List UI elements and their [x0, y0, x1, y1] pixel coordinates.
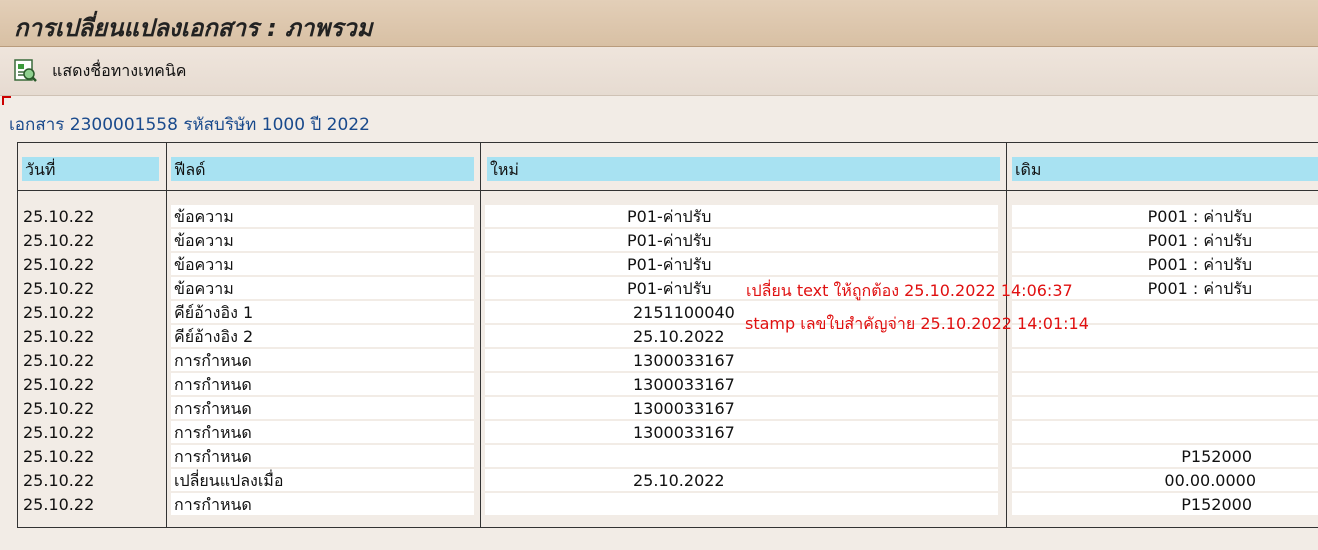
- annotation-note: stamp เลขใบสำคัญจ่าย 25.10.2022 14:01:14: [745, 314, 1089, 333]
- new-value-text: 1300033167: [633, 351, 735, 370]
- cell-date: 25.10.22: [23, 231, 95, 250]
- changes-table: วันที่ ฟีลด์ ใหม่ เดิม 25.10.22 ข้อความ P0…: [17, 142, 1318, 528]
- cell-field: คีย์อ้างอิง 1: [171, 301, 474, 323]
- page-title: การเปลี่ยนแปลงเอกสาร : ภาพรวม: [14, 14, 373, 42]
- table-row[interactable]: 25.10.22 เปลี่ยนแปลงเมื่อ 25.10.2022 00.00.…: [18, 469, 1318, 493]
- new-value-text: P01-ค่าปรับ: [627, 255, 712, 274]
- cell-field: การกำหนด: [171, 373, 474, 395]
- new-value-text: P01-ค่าปรับ: [627, 207, 712, 226]
- cell-old-value: 00.00.0000: [1012, 469, 1318, 491]
- cell-new-value: 1300033167: [485, 421, 998, 443]
- cell-date: 25.10.22: [23, 351, 95, 370]
- cell-date: 25.10.22: [23, 375, 95, 394]
- cell-field: การกำหนด: [171, 397, 474, 419]
- cell-field: ข้อความ: [171, 205, 474, 227]
- table-row[interactable]: 25.10.22 ข้อความ P01-ค่าปรับ P001 : ค่าปรับ: [18, 253, 1318, 277]
- table-row[interactable]: 25.10.22 การกำหนด 1300033167: [18, 349, 1318, 373]
- old-value-text: P001 : ค่าปรับ: [1147, 207, 1252, 226]
- cell-old-value: [1012, 373, 1318, 395]
- cell-old-value: [1012, 349, 1318, 371]
- technical-names-icon: [14, 59, 37, 82]
- cell-new-value: 1300033167: [485, 373, 998, 395]
- new-value-text: 25.10.2022: [633, 471, 725, 490]
- old-value-text: P001 : ค่าปรับ: [1147, 231, 1252, 250]
- old-value-text: P152000: [1181, 495, 1252, 514]
- cell-date: 25.10.22: [23, 447, 95, 466]
- cell-new-value: P01-ค่าปรับ: [485, 229, 998, 251]
- cell-date: 25.10.22: [23, 495, 95, 514]
- cell-field: ข้อความ: [171, 253, 474, 275]
- cell-new-value: P01-ค่าปรับ: [485, 205, 998, 227]
- new-value-text: 1300033167: [633, 375, 735, 394]
- cell-date: 25.10.22: [23, 255, 95, 274]
- table-row[interactable]: 25.10.22 การกำหนด 1300033167: [18, 397, 1318, 421]
- cell-field: ข้อความ: [171, 277, 474, 299]
- table-row[interactable]: 25.10.22 คีย์อ้างอิง 2 25.10.2022: [18, 325, 1318, 349]
- cell-old-value: P152000: [1012, 493, 1318, 515]
- cell-date: 25.10.22: [23, 327, 95, 346]
- show-technical-names-button[interactable]: แสดงชื่อทางเทคนิค: [12, 57, 186, 85]
- cell-new-value: [485, 493, 998, 515]
- cell-field: การกำหนด: [171, 421, 474, 443]
- annotation-note: เปลี่ยน text ให้ถูกต้อง 25.10.2022 14:06…: [746, 281, 1073, 300]
- table-row[interactable]: 25.10.22 การกำหนด P152000: [18, 493, 1318, 517]
- old-value-text: 00.00.0000: [1164, 471, 1256, 490]
- cell-date: 25.10.22: [23, 423, 95, 442]
- new-value-text: 1300033167: [633, 423, 735, 442]
- cell-new-value: 1300033167: [485, 349, 998, 371]
- column-header-old[interactable]: เดิม: [1012, 157, 1318, 181]
- old-value-text: P001 : ค่าปรับ: [1147, 255, 1252, 274]
- column-header-field[interactable]: ฟีลด์: [171, 157, 474, 181]
- cell-new-value: 25.10.2022: [485, 469, 998, 491]
- cell-old-value: P001 : ค่าปรับ: [1012, 253, 1318, 275]
- cell-date: 25.10.22: [23, 303, 95, 322]
- old-value-text: P001 : ค่าปรับ: [1147, 279, 1252, 298]
- cell-field: การกำหนด: [171, 493, 474, 515]
- table-row[interactable]: 25.10.22 คีย์อ้างอิง 1 2151100040: [18, 301, 1318, 325]
- new-value-text: 1300033167: [633, 399, 735, 418]
- column-header-new[interactable]: ใหม่: [487, 157, 1000, 181]
- new-value-text: 25.10.2022: [633, 327, 725, 346]
- cell-old-value: P001 : ค่าปรับ: [1012, 205, 1318, 227]
- cell-old-value: P001 : ค่าปรับ: [1012, 229, 1318, 251]
- cell-new-value: 1300033167: [485, 397, 998, 419]
- cell-new-value: P01-ค่าปรับ: [485, 253, 998, 275]
- title-bar: การเปลี่ยนแปลงเอกสาร : ภาพรวม: [0, 0, 1318, 47]
- new-value-text: P01-ค่าปรับ: [627, 231, 712, 250]
- old-value-text: P152000: [1181, 447, 1252, 466]
- cell-field: คีย์อ้างอิง 2: [171, 325, 474, 347]
- cell-field: เปลี่ยนแปลงเมื่อ: [171, 469, 474, 491]
- table-row[interactable]: 25.10.22 ข้อความ P01-ค่าปรับ P001 : ค่าปรับ: [18, 205, 1318, 229]
- cell-date: 25.10.22: [23, 207, 95, 226]
- new-value-text: 2151100040: [633, 303, 735, 322]
- table-row[interactable]: 25.10.22 ข้อความ P01-ค่าปรับ P001 : ค่าปรับ: [18, 277, 1318, 301]
- show-technical-names-label: แสดงชื่อทางเทคนิค: [52, 60, 187, 80]
- cell-old-value: [1012, 421, 1318, 443]
- table-row[interactable]: 25.10.22 ข้อความ P01-ค่าปรับ P001 : ค่าปรับ: [18, 229, 1318, 253]
- table-row[interactable]: 25.10.22 การกำหนด 1300033167: [18, 421, 1318, 445]
- focus-corner-marker: [2, 96, 11, 105]
- new-value-text: P01-ค่าปรับ: [627, 279, 712, 298]
- cell-field: การกำหนด: [171, 349, 474, 371]
- cell-field: ข้อความ: [171, 229, 474, 251]
- cell-new-value: [485, 445, 998, 467]
- cell-old-value: P152000: [1012, 445, 1318, 467]
- table-row[interactable]: 25.10.22 การกำหนด P152000: [18, 445, 1318, 469]
- cell-field: การกำหนด: [171, 445, 474, 467]
- toolbar: แสดงชื่อทางเทคนิค: [0, 47, 1318, 96]
- table-row[interactable]: 25.10.22 การกำหนด 1300033167: [18, 373, 1318, 397]
- header-separator: [18, 190, 1318, 191]
- cell-date: 25.10.22: [23, 399, 95, 418]
- cell-date: 25.10.22: [23, 279, 95, 298]
- column-header-date[interactable]: วันที่: [22, 157, 159, 181]
- cell-old-value: [1012, 397, 1318, 419]
- document-header: เอกสาร 2300001558 รหัสบริษัท 1000 ปี 202…: [9, 115, 370, 135]
- cell-date: 25.10.22: [23, 471, 95, 490]
